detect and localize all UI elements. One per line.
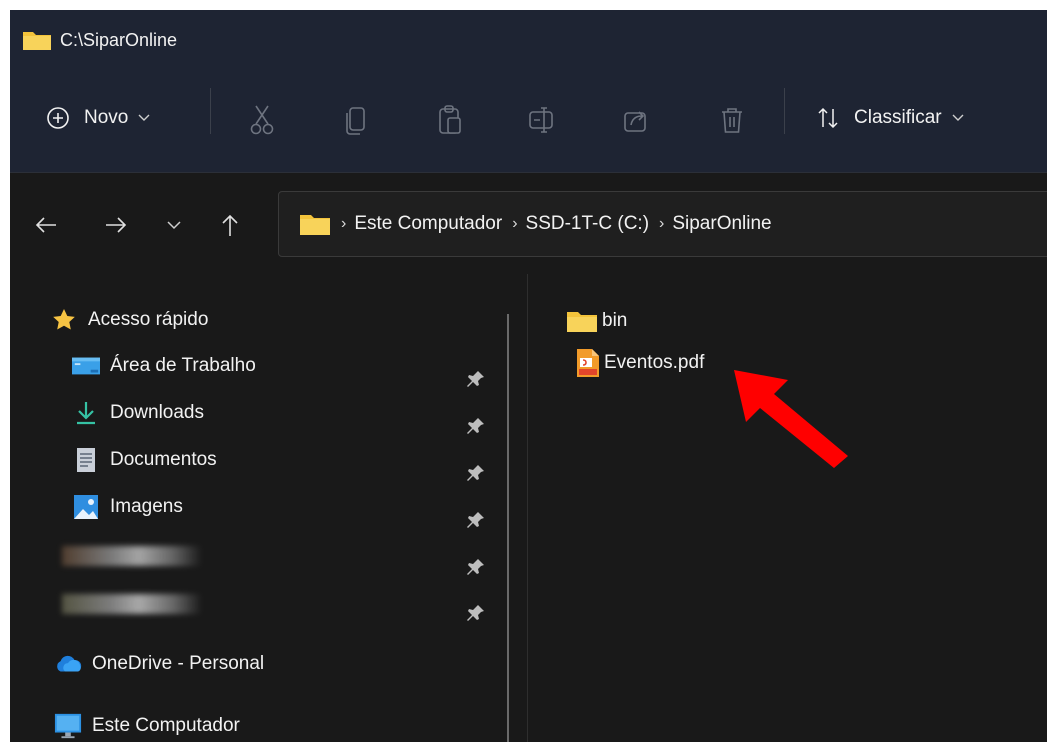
chevron-down-icon: [952, 114, 964, 121]
breadcrumb-este-computador[interactable]: Este Computador: [354, 213, 502, 235]
desktop-icon: [72, 352, 100, 380]
pin-icon[interactable]: [465, 368, 487, 390]
recent-locations-chevron-icon[interactable]: [160, 211, 188, 239]
file-item-pdf[interactable]: Eventos.pdf: [576, 346, 704, 380]
address-bar[interactable]: › Este Computador › SSD-1T-C (C:) › Sipa…: [278, 191, 1047, 257]
scissors-icon[interactable]: [248, 104, 276, 136]
breadcrumb-separator: ›: [341, 215, 347, 232]
star-icon: [50, 306, 78, 334]
breadcrumb-drive[interactable]: SSD-1T-C (C:): [526, 213, 650, 235]
file-name: bin: [602, 310, 628, 331]
sort-button-label: Classificar: [854, 107, 942, 128]
copy-icon[interactable]: [342, 104, 370, 136]
pin-icon[interactable]: [465, 415, 487, 437]
back-arrow-icon[interactable]: [32, 211, 60, 239]
window-title: C:\SiparOnline: [60, 29, 178, 50]
file-list: bin Eventos.pdf: [528, 274, 1047, 742]
pdf-file-icon: [577, 349, 599, 377]
share-icon[interactable]: [622, 104, 650, 136]
sort-arrows-icon: [818, 107, 838, 129]
title-bar: C:\SiparOnline: [10, 10, 1047, 70]
chevron-down-icon: [138, 114, 150, 121]
sidebar-item-desktop[interactable]: Área de Trabalho: [72, 348, 256, 384]
command-bar: Novo Classificar: [10, 70, 1047, 173]
pin-icon[interactable]: [465, 509, 487, 531]
folder-icon: [300, 215, 330, 235]
sidebar-item-label: OneDrive - Personal: [92, 653, 265, 674]
sidebar-scrollbar[interactable]: [507, 314, 509, 742]
breadcrumb-siparonline[interactable]: SiparOnline: [672, 213, 771, 235]
red-arrow-annotation: [734, 370, 848, 468]
sort-button[interactable]: Classificar: [816, 106, 964, 130]
sidebar-item-images[interactable]: Imagens: [72, 489, 183, 525]
sidebar-item-label: Este Computador: [92, 715, 240, 736]
up-arrow-icon[interactable]: [216, 211, 244, 239]
navigation-pane: Acesso rápido Área de Trabalho Downloads…: [10, 274, 520, 742]
sidebar-item-label: Downloads: [110, 402, 204, 423]
redacted-sidebar-item[interactable]: [62, 594, 202, 614]
redacted-sidebar-item[interactable]: [62, 546, 202, 566]
rename-icon[interactable]: [528, 104, 556, 136]
breadcrumb-separator: ›: [512, 215, 518, 232]
navigation-row: › Este Computador › SSD-1T-C (C:) › Sipa…: [10, 173, 1047, 273]
paste-icon[interactable]: [436, 104, 464, 136]
sidebar-item-onedrive[interactable]: OneDrive - Personal: [54, 646, 264, 682]
sidebar-item-label: Imagens: [110, 496, 183, 517]
sidebar-item-label: Documentos: [110, 449, 217, 470]
trash-icon[interactable]: [718, 104, 746, 136]
pin-icon[interactable]: [465, 602, 487, 624]
pin-icon[interactable]: [465, 462, 487, 484]
breadcrumb-separator: ›: [659, 215, 665, 232]
new-button[interactable]: Novo: [46, 106, 150, 130]
document-icon: [72, 446, 100, 474]
download-icon: [72, 399, 100, 427]
image-icon: [72, 493, 100, 521]
folder-icon: [567, 312, 597, 332]
toolbar-divider: [784, 88, 785, 134]
sidebar-item-label: Acesso rápido: [88, 309, 209, 330]
forward-arrow-icon[interactable]: [102, 211, 130, 239]
sidebar-item-this-pc[interactable]: Este Computador: [54, 708, 240, 742]
sidebar-item-documents[interactable]: Documentos: [72, 442, 217, 478]
file-item-folder[interactable]: bin: [566, 304, 627, 338]
cloud-icon: [54, 650, 82, 678]
toolbar-divider: [210, 88, 211, 134]
sidebar-item-quick-access[interactable]: Acesso rápido: [50, 302, 208, 338]
plus-circle-icon: [47, 107, 69, 129]
file-name: Eventos.pdf: [604, 352, 705, 373]
new-button-label: Novo: [84, 107, 129, 128]
computer-icon: [54, 712, 82, 740]
file-explorer-window: C:\SiparOnline Novo Classificar › Este C…: [10, 10, 1047, 742]
sidebar-item-label: Área de Trabalho: [110, 355, 256, 376]
folder-icon: [23, 32, 51, 50]
sidebar-item-downloads[interactable]: Downloads: [72, 395, 204, 431]
pin-icon[interactable]: [465, 556, 487, 578]
